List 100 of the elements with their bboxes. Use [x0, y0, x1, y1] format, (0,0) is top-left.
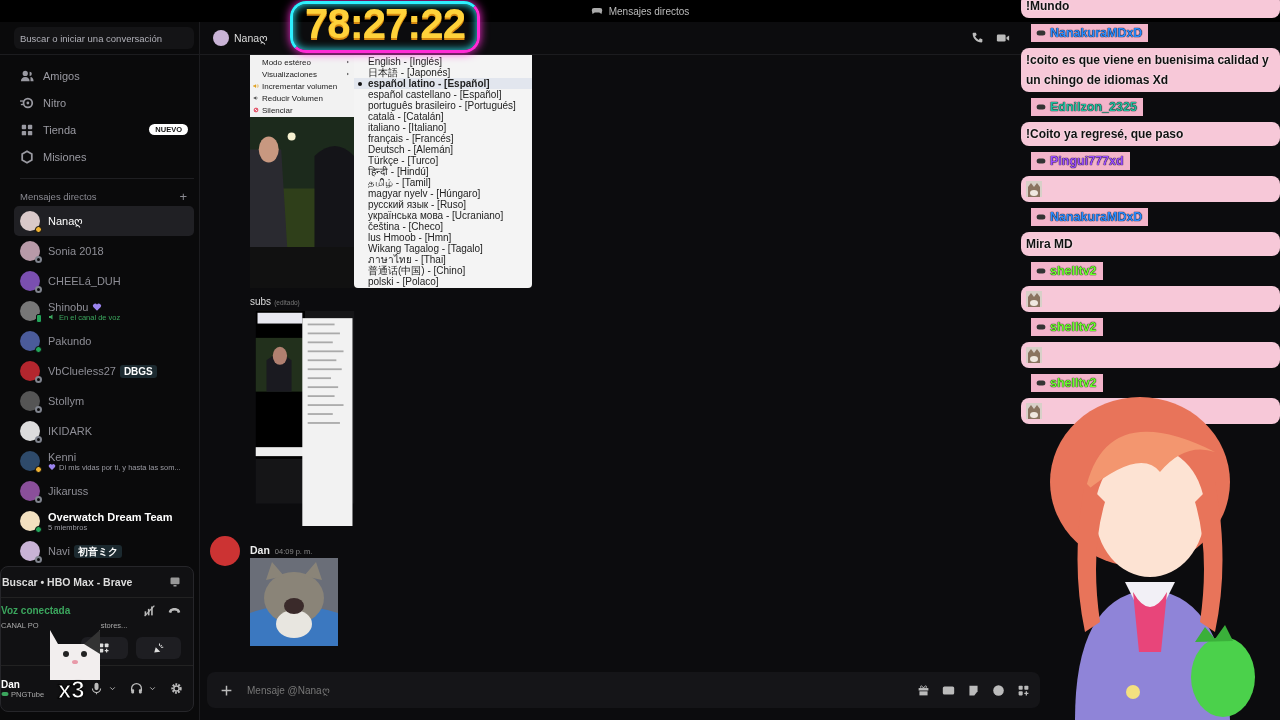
- menu-item[interactable]: català - [Catalán]: [354, 111, 532, 122]
- screen-icon[interactable]: [169, 576, 181, 588]
- badge-icon: [1036, 212, 1046, 222]
- username: Pingui777xd: [1050, 154, 1124, 168]
- menu-item[interactable]: español latino - [Español]: [354, 78, 532, 89]
- nav-item[interactable]: Amigos: [14, 62, 194, 89]
- gift-icon[interactable]: [917, 683, 930, 697]
- user-name: Dan: [1, 678, 21, 690]
- nav-item[interactable]: Misiones: [14, 143, 194, 170]
- dm-item[interactable]: Pakundo: [14, 326, 194, 356]
- dm-name: Shinobu: [48, 300, 89, 313]
- menu-item[interactable]: Reducir Volumen: [250, 92, 354, 104]
- dm-name: CHEELá_DUH: [48, 275, 121, 287]
- author-name[interactable]: Dan: [250, 544, 270, 556]
- settings-icon[interactable]: [170, 682, 183, 695]
- menu-item[interactable]: ภาษาไทย - [Thai]: [354, 254, 532, 265]
- menu-item[interactable]: português brasileiro - [Portugués]: [354, 100, 532, 111]
- dm-name: Sonia 2018: [48, 245, 104, 257]
- conversation-name: Nanaღ: [234, 32, 269, 44]
- dm-item[interactable]: Stollym: [14, 386, 194, 416]
- plus-icon[interactable]: [220, 683, 233, 697]
- signal-icon[interactable]: [143, 604, 156, 617]
- avatar: [213, 30, 229, 46]
- sticker-icon[interactable]: [967, 683, 980, 697]
- dm-name: Navi: [48, 545, 70, 557]
- submenu-arrow-icon: [346, 60, 350, 64]
- menu-item[interactable]: français - [Francés]: [354, 133, 532, 144]
- dm-name: Stollym: [48, 395, 85, 407]
- menu-item[interactable]: Modo estéreo: [250, 56, 354, 68]
- dm-item[interactable]: IKIDARK: [14, 416, 194, 446]
- nitro-icon: [20, 95, 34, 110]
- dm-item[interactable]: Jikaruss: [14, 476, 194, 506]
- menu-item[interactable]: polski - [Polaco]: [354, 276, 532, 287]
- username: Ednilzon_2325: [1050, 100, 1137, 114]
- submenu-arrow-icon: [346, 72, 350, 76]
- sparkle-icon: [152, 642, 165, 654]
- menu-item[interactable]: Türkçe - [Turco]: [354, 155, 532, 166]
- badge-icon: [1036, 156, 1046, 166]
- quest-icon: [20, 149, 34, 164]
- chevron-icon[interactable]: [148, 684, 157, 693]
- username: NanakuraMDxD: [1050, 210, 1143, 224]
- menu-item[interactable]: lus Hmoob - [Hmn]: [354, 232, 532, 243]
- menu-item[interactable]: Wikang Tagalog - [Tagalo]: [354, 243, 532, 254]
- username: shelltv2: [1050, 264, 1097, 278]
- dm-name: IKIDARK: [48, 425, 92, 437]
- avatar: [210, 536, 240, 566]
- menu-item[interactable]: Deutsch - [Alemán]: [354, 144, 532, 155]
- badge-icon: [1036, 378, 1046, 388]
- menu-item[interactable]: українська мова - [Ucraniano]: [354, 210, 532, 221]
- tag: DBGS: [119, 364, 157, 378]
- microphone-icon[interactable]: [90, 682, 103, 695]
- speaker-icon: [48, 313, 56, 321]
- screenshot[interactable]: [250, 55, 532, 288]
- dm-item[interactable]: Navi 初音ミク: [14, 536, 194, 566]
- message-composer[interactable]: Mensaje @Nanaღ: [207, 672, 1040, 708]
- badge-icon: [1036, 28, 1046, 38]
- menu-item[interactable]: Silenciar: [250, 104, 354, 116]
- menu-item[interactable]: Incrementar volumen: [250, 80, 354, 92]
- menu-item[interactable]: Visualizaciones: [250, 68, 354, 80]
- search-field[interactable]: Buscar o iniciar una conversación: [14, 27, 194, 49]
- dm-item[interactable]: VbClueless27 DBGS: [14, 356, 194, 386]
- menu-item[interactable]: русский язык - [Ruso]: [354, 199, 532, 210]
- chevron-icon[interactable]: [108, 684, 117, 693]
- menu-item[interactable]: español castellano - [Español]: [354, 89, 532, 100]
- menu-item[interactable]: čeština - [Checo]: [354, 221, 532, 232]
- menu-item[interactable]: தமிழ் - [Tamil]: [354, 177, 532, 188]
- menu-item[interactable]: 日本語 - [Japonés]: [354, 67, 532, 78]
- dm-item[interactable]: CHEELá_DUH: [14, 266, 194, 296]
- menu-item[interactable]: हिन्दी - [Hindú]: [354, 166, 532, 177]
- timer: 78:27:22: [290, 1, 480, 53]
- headphones-icon[interactable]: [130, 682, 143, 695]
- apps-icon[interactable]: [1017, 683, 1030, 697]
- menu-item[interactable]: magyar nyelv - [Húngaro]: [354, 188, 532, 199]
- add-button[interactable]: +: [179, 188, 187, 204]
- dm-name: Jikaruss: [48, 485, 89, 497]
- badge-icon: [1036, 322, 1046, 332]
- nav-item[interactable]: Nitro: [14, 89, 194, 116]
- app-logo-icon: [590, 5, 603, 17]
- username: shelltv2: [1050, 376, 1097, 390]
- chat-text: !Coito ya regresé, que paso: [1026, 127, 1184, 141]
- status-pill-icon: [1, 690, 9, 698]
- menu-item[interactable]: English - [Inglés]: [354, 56, 532, 67]
- volume-down-icon: [253, 95, 259, 101]
- mute-icon: [253, 107, 259, 113]
- shop-icon: [20, 122, 34, 137]
- volume-up-icon: [253, 83, 259, 89]
- dm-name: Pakundo: [48, 335, 92, 347]
- badge-icon: [1036, 102, 1046, 112]
- badge-icon: [1036, 266, 1046, 276]
- username: shelltv2: [1050, 320, 1097, 334]
- dm-item[interactable]: Nanaღ: [14, 206, 194, 236]
- message-input[interactable]: Mensaje @Nanaღ: [245, 683, 905, 697]
- menu-item[interactable]: 普通话(中国) - [Chino]: [354, 265, 532, 276]
- dm-item[interactable]: Sonia 2018: [14, 236, 194, 266]
- soundboard-button[interactable]: [135, 637, 181, 659]
- menu-item[interactable]: italiano - [Italiano]: [354, 122, 532, 133]
- activity-text: Buscar • HBO Max - Brave: [2, 576, 133, 588]
- phone-icon[interactable]: [971, 31, 984, 44]
- chat-text: !Mundo: [1026, 0, 1070, 13]
- sticker-text: x3: [58, 676, 85, 704]
